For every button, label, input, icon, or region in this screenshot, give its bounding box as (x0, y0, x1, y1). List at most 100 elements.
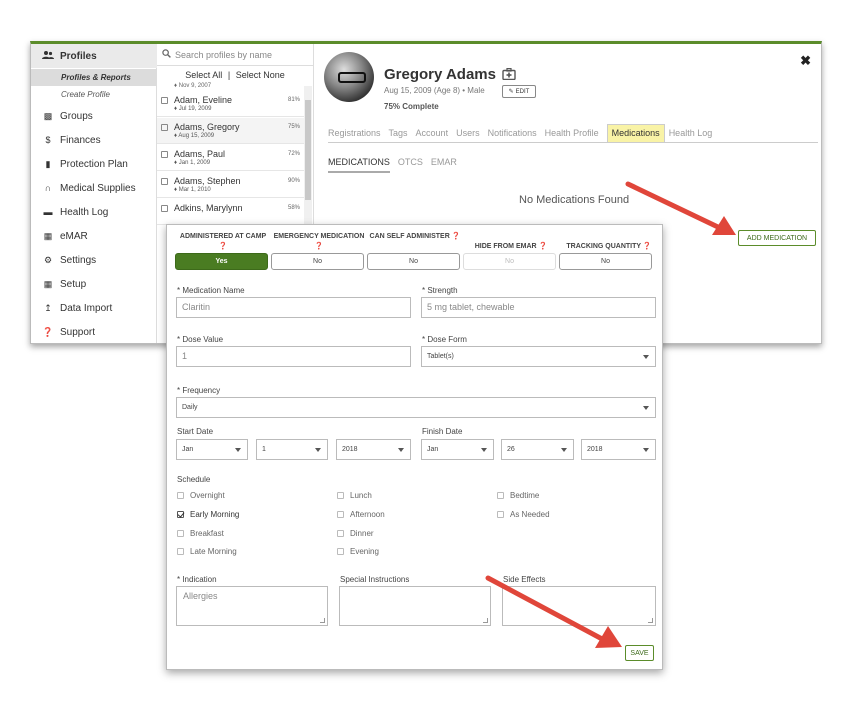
dose-value-input[interactable]: 1 (176, 346, 411, 367)
partial-row-date: ♦ Nov 9, 2007 (174, 83, 212, 89)
schedule-as-needed[interactable]: As Needed (497, 510, 550, 519)
frequency-select[interactable]: Daily (176, 397, 656, 418)
indication-textarea[interactable]: Allergies (176, 586, 328, 626)
finish-month-select[interactable]: Jan (421, 439, 494, 460)
checkbox[interactable] (337, 492, 344, 499)
shield-icon: ▮ (45, 158, 51, 169)
checkbox[interactable] (337, 511, 344, 518)
nav-profiles-reports[interactable]: Profiles & Reports (31, 69, 157, 86)
select-none-link[interactable]: Select None (236, 70, 285, 80)
schedule-overnight[interactable]: Overnight (177, 491, 225, 500)
toggle-hide-emar[interactable]: No (463, 253, 556, 270)
nav-emar[interactable]: ▦ eMAR (31, 224, 157, 248)
schedule-bedtime[interactable]: Bedtime (497, 491, 539, 500)
finish-day-select[interactable]: 26 (501, 439, 574, 460)
nav-label: Setup (60, 278, 87, 290)
finish-year-select[interactable]: 2018 (581, 439, 656, 460)
start-day-select[interactable]: 1 (256, 439, 328, 460)
dose-form-select[interactable]: Tablet(s) (421, 346, 656, 367)
checkbox[interactable] (177, 548, 184, 555)
select-controls: Select All | Select None (157, 66, 313, 80)
list-item[interactable]: Adams, Paul ♦ Jan 1, 2009 72% (157, 145, 304, 171)
nav-data-import[interactable]: ↥ Data Import (31, 296, 157, 320)
add-medication-button[interactable]: ADD MEDICATION (738, 230, 816, 246)
toggle-tracking[interactable]: No (559, 253, 652, 270)
start-month-select[interactable]: Jan (176, 439, 248, 460)
nav-create-profile[interactable]: Create Profile (31, 86, 157, 103)
schedule-lunch[interactable]: Lunch (337, 491, 372, 500)
close-icon[interactable]: ✖ (800, 53, 811, 69)
tab-account[interactable]: Account (416, 124, 453, 142)
subtab-medications[interactable]: MEDICATIONS (328, 157, 390, 173)
nav-protection-plan[interactable]: ▮ Protection Plan (31, 152, 157, 176)
special-instructions-textarea[interactable] (339, 586, 491, 626)
schedule-dinner[interactable]: Dinner (337, 529, 374, 538)
checkbox[interactable] (337, 548, 344, 555)
schedule-evening[interactable]: Evening (337, 547, 379, 556)
checkbox[interactable] (177, 492, 184, 499)
nav-health-log[interactable]: ▬ Health Log (31, 200, 157, 224)
checkbox[interactable] (177, 511, 184, 518)
checkbox[interactable] (337, 530, 344, 537)
schedule-afternoon[interactable]: Afternoon (337, 510, 385, 519)
subtab-otcs[interactable]: OTCS (398, 157, 423, 173)
list-item[interactable]: Adkins, Marylynn 58% (157, 199, 304, 225)
schedule-option-label: Lunch (350, 491, 372, 500)
list-item[interactable]: Adam, Eveline ♦ Jul 19, 2009 81% (157, 91, 304, 117)
schedule-late-morning[interactable]: Late Morning (177, 547, 237, 556)
profile-completion: 75% Complete (384, 102, 439, 111)
toggle-heading-tracking: TRACKING QUANTITY ❓ (559, 242, 659, 252)
nav-settings[interactable]: ⚙ Settings (31, 248, 157, 272)
row-checkbox[interactable] (161, 97, 168, 104)
edit-button[interactable]: ✎ EDIT (502, 85, 536, 98)
checkbox[interactable] (497, 492, 504, 499)
row-checkbox[interactable] (161, 151, 168, 158)
medication-name-input[interactable]: Claritin (176, 297, 411, 318)
schedule-option-label: Evening (350, 547, 379, 556)
tab-users[interactable]: Users (456, 124, 484, 142)
resize-handle[interactable] (483, 618, 488, 623)
help-icon: ❓ (538, 243, 548, 250)
row-checkbox[interactable] (161, 205, 168, 212)
nav-profiles[interactable]: Profiles (31, 44, 157, 68)
row-checkbox[interactable] (161, 178, 168, 185)
separator: | (227, 70, 231, 80)
sitemap-icon: ▩ (43, 110, 53, 121)
list-item[interactable]: Adams, Stephen ♦ Mar 1, 2010 90% (157, 172, 304, 198)
resize-handle[interactable] (320, 618, 325, 623)
nav-support[interactable]: ❓ Support (31, 320, 157, 343)
tab-health-log[interactable]: Health Log (669, 124, 717, 142)
nav-groups[interactable]: ▩ Groups (31, 104, 157, 128)
scrollbar-thumb[interactable] (305, 100, 311, 200)
save-button[interactable]: SAVE (625, 645, 654, 661)
nav-medical-supplies[interactable]: ∩ Medical Supplies (31, 176, 157, 200)
tab-notifications[interactable]: Notifications (488, 124, 541, 142)
subtab-emar[interactable]: EMAR (431, 157, 457, 173)
schedule-breakfast[interactable]: Breakfast (177, 529, 224, 538)
resize-handle[interactable] (648, 618, 653, 623)
tab-health-profile[interactable]: Health Profile (545, 124, 603, 142)
start-day-value: 1 (262, 446, 266, 453)
toggle-emergency[interactable]: No (271, 253, 364, 270)
select-all-link[interactable]: Select All (185, 70, 222, 80)
schedule-option-label: Afternoon (350, 510, 385, 519)
side-effects-textarea[interactable] (502, 586, 656, 626)
row-checkbox[interactable] (161, 124, 168, 131)
checkbox[interactable] (177, 530, 184, 537)
checkbox[interactable] (497, 511, 504, 518)
start-year-select[interactable]: 2018 (336, 439, 411, 460)
finish-date-label: Finish Date (422, 427, 463, 436)
tab-tags[interactable]: Tags (389, 124, 412, 142)
nav-finances[interactable]: $ Finances (31, 128, 157, 152)
tab-registrations[interactable]: Registrations (328, 124, 385, 142)
profile-search[interactable]: Search profiles by name (157, 44, 313, 66)
toggle-self-admin[interactable]: No (367, 253, 460, 270)
toggle-administered[interactable]: Yes (175, 253, 268, 270)
strength-input[interactable]: 5 mg tablet, chewable (421, 297, 656, 318)
profile-tabs: Registrations Tags Account Users Notific… (328, 124, 818, 143)
tab-medications[interactable]: Medications (606, 124, 665, 142)
schedule-early-morning[interactable]: Early Morning (177, 510, 239, 519)
list-item[interactable]: Adams, Gregory ♦ Aug 15, 2009 75% (157, 118, 304, 144)
profile-name: Adams, Paul (174, 149, 226, 159)
nav-setup[interactable]: ▦ Setup (31, 272, 157, 296)
